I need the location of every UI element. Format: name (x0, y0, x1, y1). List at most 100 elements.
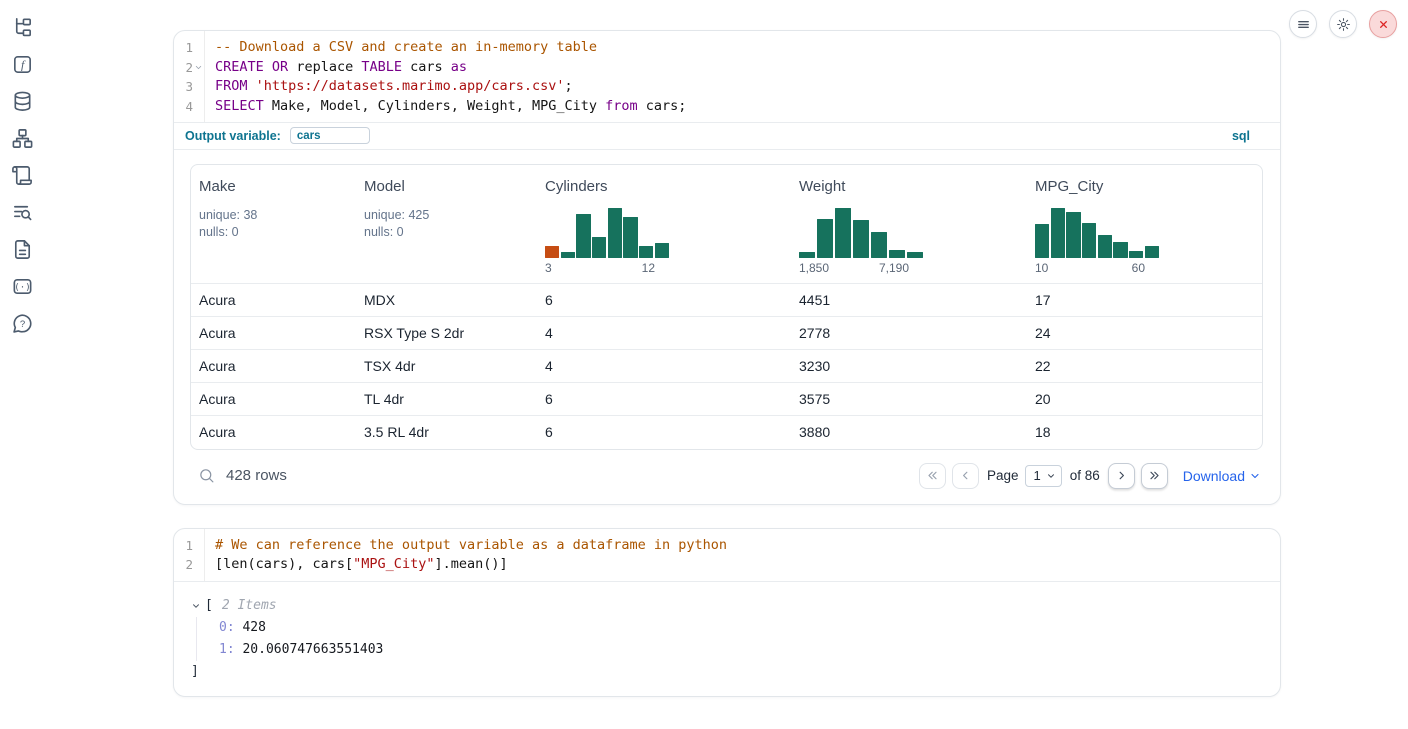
line-number: 2 (174, 555, 204, 575)
code-line[interactable]: FROM 'https://datasets.marimo.app/cars.c… (215, 77, 1280, 97)
help-button[interactable]: ? (11, 312, 34, 335)
page-total: of 86 (1070, 468, 1100, 483)
chevron-down-icon (1046, 471, 1056, 481)
prev-page-button[interactable] (952, 463, 979, 489)
table-cell: Acura (191, 350, 356, 383)
svg-text:(·): (·) (14, 283, 30, 293)
histogram-bar (623, 217, 637, 258)
column-title[interactable]: Model (364, 178, 529, 195)
histogram-bar (907, 252, 923, 258)
table-row[interactable]: AcuraTL 4dr6357520 (191, 383, 1262, 416)
code-lines[interactable]: # We can reference the output variable a… (205, 529, 1280, 581)
line-number: 2 (174, 58, 204, 78)
column-header-make: Make unique: 38nulls: 0 (191, 165, 356, 284)
code-line[interactable]: -- Download a CSV and create an in-memor… (215, 38, 1280, 58)
histogram-bar (1051, 208, 1065, 258)
tree-value: 20.060747663551403 (235, 642, 384, 657)
table-cell: 2778 (791, 317, 1027, 350)
network-icon (11, 137, 34, 154)
table-cell: 22 (1027, 350, 1262, 383)
column-title[interactable]: Cylinders (545, 178, 783, 195)
histogram-bar (576, 214, 590, 258)
code-line[interactable]: # We can reference the output variable a… (215, 536, 1280, 556)
table-cell: 3230 (791, 350, 1027, 383)
tree-value: 428 (235, 620, 266, 635)
sql-code-editor[interactable]: 1234 -- Download a CSV and create an in-… (174, 31, 1280, 122)
documentation-button[interactable] (11, 238, 34, 261)
histogram-bar (1066, 212, 1080, 258)
histogram-bar (561, 252, 575, 259)
file-explorer-button[interactable] (11, 16, 34, 39)
table-cell: 4 (537, 350, 791, 383)
dependency-graph-button[interactable] (11, 127, 34, 150)
histogram-bar (639, 246, 653, 259)
svg-text:?: ? (19, 319, 24, 330)
settings-button[interactable] (1329, 10, 1357, 38)
dataframe-table: Make unique: 38nulls: 0 Model unique: 425nu… (190, 164, 1263, 450)
column-stats: unique: 38nulls: 0 (199, 207, 348, 241)
code-line[interactable]: [len(cars), cars["MPG_City"].mean()] (215, 555, 1280, 575)
line-number: 1 (174, 536, 204, 556)
code-line[interactable]: CREATE OR replace TABLE cars as (215, 58, 1280, 78)
histogram-bar (592, 237, 606, 258)
outline-button[interactable] (11, 164, 34, 187)
table-cell: 6 (537, 416, 791, 449)
page-select-value: 1 (1033, 468, 1040, 483)
column-title[interactable]: Weight (799, 178, 1019, 195)
axis-max-label: 60 (1132, 261, 1145, 275)
histogram-bar (1098, 235, 1112, 258)
snippets-button[interactable]: (·) (11, 275, 34, 298)
table-cell: 4 (537, 317, 791, 350)
row-count: 428 rows (226, 467, 287, 484)
histogram-bar (608, 208, 622, 258)
logs-button[interactable] (11, 201, 34, 224)
column-title[interactable]: MPG_City (1035, 178, 1254, 195)
axis-min-label: 3 (545, 261, 552, 275)
datasources-button[interactable] (11, 90, 34, 113)
table-row[interactable]: AcuraRSX Type S 2dr4277824 (191, 317, 1262, 350)
menu-button[interactable] (1289, 10, 1317, 38)
column-stats: unique: 425nulls: 0 (364, 207, 529, 241)
fold-chevron-icon[interactable] (193, 62, 204, 73)
weight-histogram: 1,8507,190 (799, 208, 923, 275)
histogram-bar (889, 250, 905, 259)
shutdown-button[interactable] (1369, 10, 1397, 38)
table-row[interactable]: AcuraTSX 4dr4323022 (191, 350, 1262, 383)
last-page-button[interactable] (1141, 463, 1168, 489)
collapse-toggle-icon[interactable] (191, 600, 203, 612)
histogram-bar (1035, 224, 1049, 258)
histogram-bar (835, 208, 851, 258)
download-button[interactable]: Download (1183, 468, 1261, 484)
first-page-button[interactable] (919, 463, 946, 489)
line-number: 4 (174, 97, 204, 117)
table-row[interactable]: Acura3.5 RL 4dr6388018 (191, 416, 1262, 449)
function-icon: f (11, 63, 34, 80)
table-cell: 6 (537, 284, 791, 317)
table-row[interactable]: AcuraMDX6445117 (191, 284, 1262, 317)
histogram-bar (1113, 242, 1127, 259)
output-variable-row: Output variable: sql (174, 122, 1280, 149)
column-header-cylinders: Cylinders 312 (537, 165, 791, 284)
table-cell: Acura (191, 416, 356, 449)
python-code-editor[interactable]: 12 # We can reference the output variabl… (174, 529, 1280, 581)
cylinders-histogram: 312 (545, 208, 669, 275)
column-header-model: Model unique: 425nulls: 0 (356, 165, 537, 284)
code-line[interactable]: SELECT Make, Model, Cylinders, Weight, M… (215, 97, 1280, 117)
output-variable-input[interactable] (290, 127, 370, 144)
histogram-bar (817, 219, 833, 258)
histogram-bar (1082, 223, 1096, 258)
language-badge: sql (1232, 129, 1250, 143)
help-bubble-icon: ? (11, 322, 34, 339)
list-search-icon (11, 211, 34, 228)
tree-key: 0: (219, 620, 235, 635)
page-select[interactable]: 1 (1025, 465, 1061, 487)
next-page-button[interactable] (1108, 463, 1135, 489)
code-lines[interactable]: -- Download a CSV and create an in-memor… (205, 31, 1280, 122)
hamburger-icon (1296, 17, 1311, 32)
table-cell: MDX (356, 284, 537, 317)
variables-button[interactable]: f (11, 53, 34, 76)
column-title[interactable]: Make (199, 178, 348, 195)
line-number-gutter: 1234 (174, 31, 205, 122)
search-icon[interactable] (198, 467, 215, 484)
histogram-bar (545, 246, 559, 259)
